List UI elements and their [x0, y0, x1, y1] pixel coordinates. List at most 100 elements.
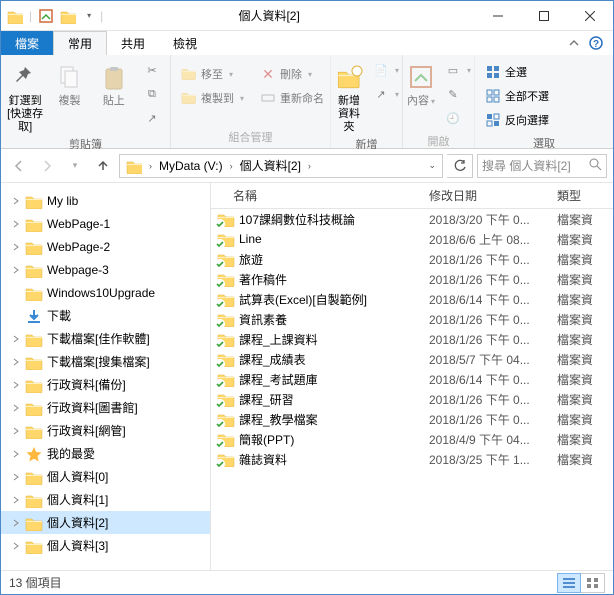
breadcrumb[interactable]: › MyData (V:) › 個人資料[2] › ⌄ — [119, 154, 443, 178]
tab-file[interactable]: 檔案 — [1, 31, 53, 55]
file-row[interactable]: 簡報(PPT)2018/4/9 下午 04...檔案資 — [211, 429, 613, 449]
file-row[interactable]: 旅遊2018/1/26 下午 0...檔案資 — [211, 249, 613, 269]
delete-button[interactable]: ✕刪除▾ — [256, 63, 328, 85]
tree-item[interactable]: 下載 — [1, 304, 210, 327]
up-button[interactable] — [91, 154, 115, 178]
new-item-button[interactable]: 📄▾ — [369, 59, 403, 81]
qat-dropdown-icon[interactable]: ▾ — [84, 8, 94, 24]
forward-button[interactable] — [35, 154, 59, 178]
properties-button[interactable]: 內容▾ — [405, 57, 437, 108]
pin-to-quick-access-button[interactable]: 釘選到 [快速存取] — [3, 57, 47, 134]
maximize-button[interactable] — [521, 1, 567, 31]
back-button[interactable] — [7, 154, 31, 178]
details-view-button[interactable] — [557, 573, 581, 593]
tree-item[interactable]: 下載檔案[搜集檔案] — [1, 350, 210, 373]
tree-item[interactable]: 個人資料[0] — [1, 465, 210, 488]
file-row[interactable]: 著作稿件2018/1/26 下午 0...檔案資 — [211, 269, 613, 289]
paste-button[interactable]: 貼上 — [92, 57, 136, 108]
file-name: 課程_上課資料 — [239, 331, 318, 348]
cut-button[interactable]: ✂ — [140, 59, 164, 81]
navigation-tree[interactable]: My lib WebPage-1 WebPage-2Webpage-3Windows… — [1, 183, 211, 570]
tab-home[interactable]: 常用 — [53, 31, 107, 55]
file-list[interactable]: 107課綱數位科技概論2018/3/20 下午 0...檔案資Line2018/… — [211, 209, 613, 570]
tree-item[interactable]: WebPage-2 — [1, 235, 210, 258]
folder-qat-icon[interactable] — [60, 8, 76, 24]
tree-expander-icon[interactable] — [9, 263, 23, 277]
copyto-icon — [181, 90, 197, 106]
easy-access-button[interactable]: ↗▾ — [369, 83, 403, 105]
tree-item[interactable]: 我的最愛 — [1, 442, 210, 465]
file-row[interactable]: 資訊素養2018/1/26 下午 0...檔案資 — [211, 309, 613, 329]
tree-expander-icon[interactable] — [9, 539, 23, 553]
file-row[interactable]: Line2018/6/6 上午 08...檔案資 — [211, 229, 613, 249]
chevron-right-icon[interactable]: › — [227, 161, 236, 171]
column-name[interactable]: 名稱 — [211, 187, 421, 204]
invert-selection-button[interactable]: 反向選擇 — [481, 109, 553, 131]
new-folder-button[interactable]: 新增 資料夾 — [333, 57, 365, 134]
tree-item[interactable]: 行政資料[備份] — [1, 373, 210, 396]
open-button[interactable]: ▭▾ — [441, 59, 475, 81]
tree-item-label: WebPage-1 — [47, 217, 110, 231]
tree-expander-icon[interactable] — [9, 332, 23, 346]
tree-expander-icon[interactable] — [9, 424, 23, 438]
tree-item[interactable]: 個人資料[3] — [1, 534, 210, 557]
file-row[interactable]: 課程_成績表2018/5/7 下午 04...檔案資 — [211, 349, 613, 369]
select-none-button[interactable]: 全部不選 — [481, 85, 553, 107]
tree-expander-icon[interactable] — [9, 401, 23, 415]
tab-share[interactable]: 共用 — [107, 31, 159, 55]
tree-item[interactable]: My lib — [1, 189, 210, 212]
paste-shortcut-button[interactable]: ↗ — [140, 107, 164, 129]
minimize-button[interactable] — [475, 1, 521, 31]
column-headers[interactable]: 名稱 修改日期 類型 — [211, 183, 613, 209]
file-row[interactable]: 課程_上課資料2018/1/26 下午 0...檔案資 — [211, 329, 613, 349]
recent-locations-button[interactable]: ▾ — [63, 154, 87, 178]
collapse-ribbon-icon[interactable] — [565, 34, 583, 52]
tree-item[interactable]: 個人資料[2] — [1, 511, 210, 534]
file-row[interactable]: 107課綱數位科技概論2018/3/20 下午 0...檔案資 — [211, 209, 613, 229]
close-button[interactable] — [567, 1, 613, 31]
tree-item[interactable]: 行政資料[網管] — [1, 419, 210, 442]
chevron-right-icon[interactable]: › — [146, 161, 155, 171]
large-icons-view-button[interactable] — [581, 573, 605, 593]
file-row[interactable]: 課程_教學檔案2018/1/26 下午 0...檔案資 — [211, 409, 613, 429]
move-to-button[interactable]: 移至▾ — [177, 63, 248, 85]
tree-expander-icon[interactable] — [9, 378, 23, 392]
tree-expander-icon[interactable] — [9, 470, 23, 484]
file-row[interactable]: 課程_研習2018/1/26 下午 0...檔案資 — [211, 389, 613, 409]
tree-expander-icon[interactable] — [9, 447, 23, 461]
tree-expander-icon[interactable] — [9, 516, 23, 530]
tree-item[interactable]: 行政資料[圖書館] — [1, 396, 210, 419]
file-row[interactable]: 課程_考試題庫2018/6/14 下午 0...檔案資 — [211, 369, 613, 389]
refresh-button[interactable] — [447, 154, 473, 178]
copy-to-button[interactable]: 複製到▾ — [177, 87, 248, 109]
tree-expander-icon[interactable] — [9, 217, 23, 231]
tree-item[interactable]: WebPage-1 — [1, 212, 210, 235]
copy-button[interactable]: 複製 — [47, 57, 91, 108]
properties-qat-icon[interactable] — [38, 8, 54, 24]
column-type[interactable]: 類型 — [549, 187, 613, 204]
column-date[interactable]: 修改日期 — [421, 187, 549, 204]
tree-expander-icon[interactable] — [9, 355, 23, 369]
help-icon[interactable]: ? — [587, 34, 605, 52]
select-all-button[interactable]: 全選 — [481, 61, 553, 83]
breadcrumb-segment[interactable]: MyData (V:) — [155, 155, 227, 177]
tree-expander-icon[interactable] — [9, 493, 23, 507]
tree-item[interactable]: 個人資料[1] — [1, 488, 210, 511]
tree-expander-icon[interactable] — [9, 194, 23, 208]
search-input[interactable]: 搜尋 個人資料[2] — [477, 154, 607, 178]
copy-path-button[interactable]: ⧉ — [140, 83, 164, 105]
file-row[interactable]: 雜誌資料2018/3/25 下午 1...檔案資 — [211, 449, 613, 469]
edit-button[interactable]: ✎ — [441, 83, 475, 105]
rename-button[interactable]: 重新命名 — [256, 87, 328, 109]
file-name: 資訊素養 — [239, 311, 287, 328]
tree-expander-icon[interactable] — [9, 240, 23, 254]
file-row[interactable]: 試算表(Excel)[自製範例]2018/6/14 下午 0...檔案資 — [211, 289, 613, 309]
tab-view[interactable]: 檢視 — [159, 31, 211, 55]
tree-item[interactable]: Windows10Upgrade — [1, 281, 210, 304]
chevron-right-icon[interactable]: › — [305, 161, 314, 171]
tree-item[interactable]: 下載檔案[佳作軟體] — [1, 327, 210, 350]
breadcrumb-segment[interactable]: 個人資料[2] — [236, 155, 305, 177]
history-button[interactable]: 🕘 — [441, 107, 475, 129]
tree-item[interactable]: Webpage-3 — [1, 258, 210, 281]
breadcrumb-dropdown-icon[interactable]: ⌄ — [424, 155, 440, 177]
